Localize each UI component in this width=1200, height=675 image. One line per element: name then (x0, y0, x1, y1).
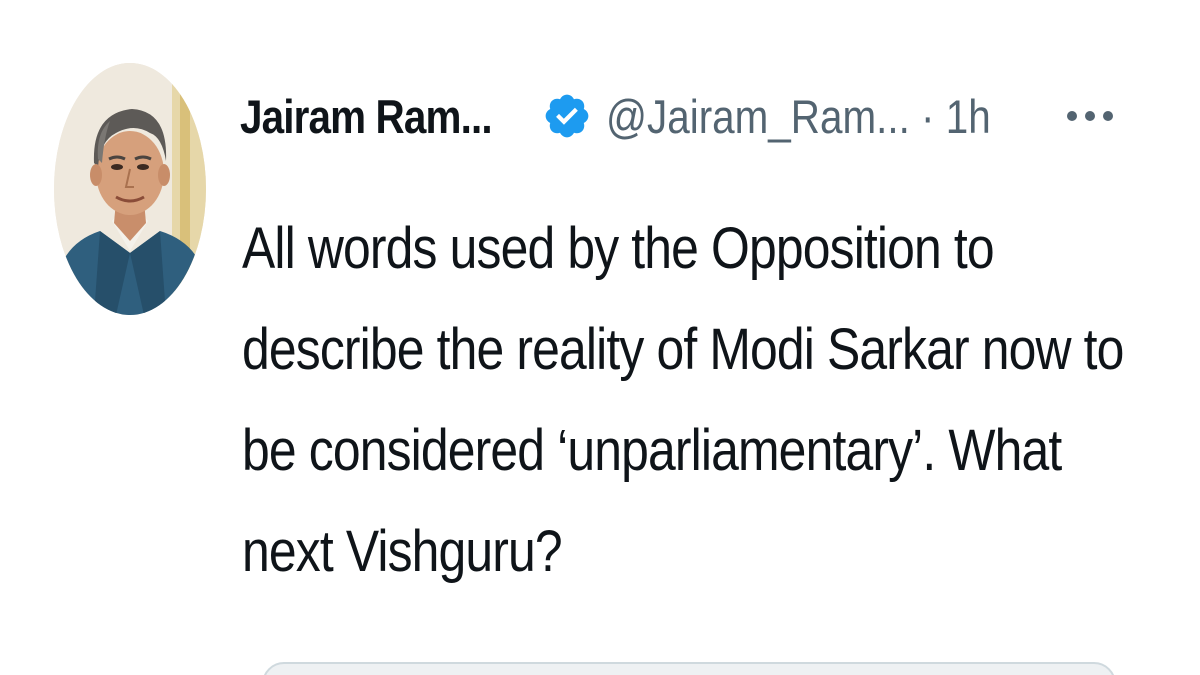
author-handle[interactable]: @Jairam_Ram... · 1h (606, 89, 991, 144)
tweet-text-line: All words used by the Opposition to (242, 216, 995, 281)
handle-text: @Jairam_Ram... (606, 89, 910, 143)
tweet-header: Jairam Ram... @Jairam_Ram... · 1h (240, 80, 1160, 152)
timestamp[interactable]: 1h (946, 90, 991, 143)
tweet-text-line: next Vishguru? (242, 519, 563, 584)
tweet-text: All words used by the Opposition to desc… (242, 198, 1124, 602)
profile-photo (54, 63, 206, 315)
avatar[interactable] (54, 63, 206, 315)
author-display-name[interactable]: Jairam Ram... (240, 89, 493, 144)
separator-dot: · (921, 89, 935, 143)
more-options-icon[interactable] (1060, 96, 1120, 136)
verified-badge-icon (542, 91, 592, 141)
tweet[interactable]: Jairam Ram... @Jairam_Ram... · 1h All wo… (0, 0, 1200, 675)
tweet-text-line: be considered ‘unparliamentary’. What (242, 418, 1062, 483)
quoted-card-edge[interactable] (262, 662, 1116, 675)
tweet-text-line: describe the reality of Modi Sarkar now … (242, 317, 1124, 382)
